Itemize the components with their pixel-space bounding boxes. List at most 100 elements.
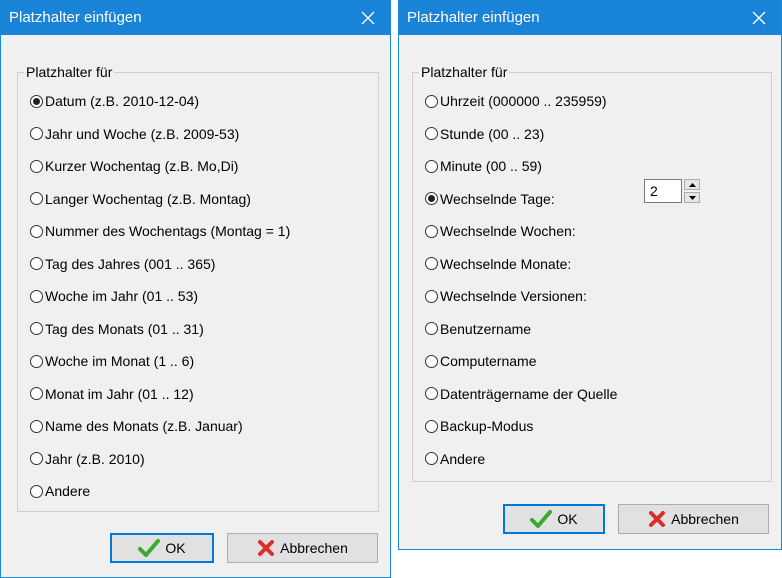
- checkmark-icon: [530, 510, 553, 528]
- wechselnde-tage-spinner: [684, 179, 700, 203]
- left-option-2[interactable]: Jahr und Woche (z.B. 2009-53): [30, 122, 239, 146]
- radio-button[interactable]: [30, 192, 43, 205]
- radio-label: Monat im Jahr (01 .. 12): [45, 385, 194, 402]
- radio-label: Jahr und Woche (z.B. 2009-53): [45, 125, 240, 142]
- right-cancel-label: Abbrechen: [671, 511, 739, 527]
- wechselnde-tage-spinner-input[interactable]: 2: [644, 179, 682, 203]
- radio-button[interactable]: [425, 257, 438, 270]
- radio-button[interactable]: [425, 94, 438, 108]
- radio-button[interactable]: [30, 419, 43, 433]
- left-dialog: Platzhalter einfügen Platzhalter für Dat…: [0, 0, 391, 578]
- radio-button[interactable]: [425, 387, 438, 400]
- left-option-6[interactable]: Tag des Jahres (001 .. 365): [30, 252, 215, 276]
- radio-button[interactable]: [425, 322, 438, 335]
- right-option-8[interactable]: Benutzername: [425, 317, 531, 341]
- radio-button[interactable]: [425, 159, 438, 173]
- right-group-label: Platzhalter für: [419, 64, 510, 80]
- left-option-12[interactable]: Jahr (z.B. 2010): [30, 447, 145, 471]
- left-option-8[interactable]: Tag des Monats (01 .. 31): [30, 317, 204, 341]
- left-cancel-label: Abbrechen: [280, 540, 348, 556]
- radio-label: Andere: [440, 450, 486, 467]
- right-placeholder-group: Platzhalter für Uhrzeit (000000 .. 23595…: [412, 64, 772, 482]
- right-option-12[interactable]: Andere: [425, 447, 485, 471]
- left-option-11[interactable]: Name des Monats (z.B. Januar): [30, 414, 243, 438]
- radio-button[interactable]: [30, 159, 43, 173]
- right-cancel-button[interactable]: Abbrechen: [618, 504, 769, 534]
- left-option-3[interactable]: Kurzer Wochentag (z.B. Mo,Di): [30, 154, 238, 178]
- left-group-label: Platzhalter für: [24, 64, 115, 80]
- left-dialog-titlebar: Platzhalter einfügen: [1, 1, 390, 35]
- right-dialog: Platzhalter einfügen Platzhalter für Uhr…: [398, 0, 782, 550]
- close-icon: [752, 11, 766, 25]
- radio-button[interactable]: [30, 484, 43, 498]
- radio-label: Datum (z.B. 2010-12-04): [45, 93, 200, 109]
- left-option-1[interactable]: Datum (z.B. 2010-12-04): [30, 89, 199, 113]
- spin-down-button[interactable]: [684, 192, 700, 203]
- radio-label: Stunde (00 .. 23): [440, 125, 545, 142]
- left-option-9[interactable]: Woche im Monat (1 .. 6): [30, 349, 194, 373]
- left-close-button[interactable]: [346, 1, 390, 35]
- radio-label: Backup-Modus: [440, 418, 534, 434]
- radio-button[interactable]: [425, 354, 438, 368]
- right-option-9[interactable]: Computername: [425, 349, 537, 373]
- radio-label: Langer Wochentag (z.B. Montag): [45, 190, 251, 207]
- radio-label: Woche im Monat (1 .. 6): [45, 353, 195, 369]
- radio-button[interactable]: [30, 289, 43, 303]
- radio-button[interactable]: [30, 387, 43, 400]
- radio-label: Tag des Monats (01 .. 31): [45, 320, 204, 337]
- radio-button[interactable]: [30, 257, 43, 270]
- red-x-icon: [258, 540, 275, 556]
- right-option-3[interactable]: Minute (00 .. 59): [425, 154, 542, 178]
- left-option-5[interactable]: Nummer des Wochentags (Montag = 1): [30, 219, 290, 243]
- close-icon: [361, 11, 375, 25]
- right-option-7[interactable]: Wechselnde Versionen:: [425, 284, 587, 308]
- radio-label: Andere: [45, 483, 91, 499]
- left-dialog-title: Platzhalter einfügen: [9, 9, 142, 26]
- spin-up-button[interactable]: [684, 179, 700, 190]
- left-placeholder-group: Platzhalter für Datum (z.B. 2010-12-04) J…: [17, 64, 379, 512]
- radio-button[interactable]: [30, 322, 43, 335]
- right-close-button[interactable]: [737, 1, 781, 35]
- radio-label: Name des Monats (z.B. Januar): [45, 418, 243, 434]
- radio-button[interactable]: [425, 192, 438, 205]
- left-option-13[interactable]: Andere: [30, 479, 90, 503]
- radio-button[interactable]: [30, 94, 43, 108]
- right-option-10[interactable]: Datenträgername der Quelle: [425, 382, 617, 406]
- radio-button[interactable]: [30, 224, 43, 238]
- radio-button[interactable]: [30, 127, 43, 140]
- left-option-7[interactable]: Woche im Jahr (01 .. 53): [30, 284, 198, 308]
- left-ok-button[interactable]: OK: [110, 533, 214, 563]
- left-option-4[interactable]: Langer Wochentag (z.B. Montag): [30, 187, 251, 211]
- right-dialog-titlebar: Platzhalter einfügen: [399, 1, 781, 35]
- radio-label: Datenträgername der Quelle: [440, 385, 618, 402]
- radio-label: Jahr (z.B. 2010): [45, 450, 145, 467]
- right-option-2[interactable]: Stunde (00 .. 23): [425, 122, 544, 146]
- right-option-11[interactable]: Backup-Modus: [425, 414, 533, 438]
- right-dialog-title: Platzhalter einfügen: [407, 9, 540, 26]
- radio-label: Woche im Jahr (01 .. 53): [45, 288, 199, 304]
- radio-label: Wechselnde Monate:: [440, 255, 572, 272]
- radio-button[interactable]: [425, 289, 438, 303]
- right-option-6[interactable]: Wechselnde Monate:: [425, 252, 571, 276]
- radio-label: Uhrzeit (000000 .. 235959): [440, 93, 607, 109]
- radio-button[interactable]: [425, 452, 438, 465]
- radio-label: Tag des Jahres (001 .. 365): [45, 255, 216, 272]
- radio-label: Wechselnde Versionen:: [440, 288, 587, 304]
- radio-label: Wechselnde Tage:: [440, 190, 555, 207]
- radio-button[interactable]: [30, 354, 43, 368]
- radio-button[interactable]: [425, 127, 438, 140]
- right-option-4[interactable]: Wechselnde Tage:: [425, 187, 555, 211]
- checkmark-icon: [138, 539, 161, 557]
- radio-button[interactable]: [425, 419, 438, 433]
- radio-label: Nummer des Wochentags (Montag = 1): [45, 223, 291, 239]
- radio-label: Kurzer Wochentag (z.B. Mo,Di): [45, 158, 239, 174]
- left-option-10[interactable]: Monat im Jahr (01 .. 12): [30, 382, 194, 406]
- arrow-down-icon: [688, 195, 696, 200]
- right-ok-button[interactable]: OK: [503, 504, 605, 534]
- arrow-up-icon: [688, 182, 696, 187]
- right-option-1[interactable]: Uhrzeit (000000 .. 235959): [425, 89, 607, 113]
- radio-button[interactable]: [425, 224, 438, 238]
- radio-button[interactable]: [30, 452, 43, 465]
- right-option-5[interactable]: Wechselnde Wochen:: [425, 219, 576, 243]
- left-cancel-button[interactable]: Abbrechen: [227, 533, 378, 563]
